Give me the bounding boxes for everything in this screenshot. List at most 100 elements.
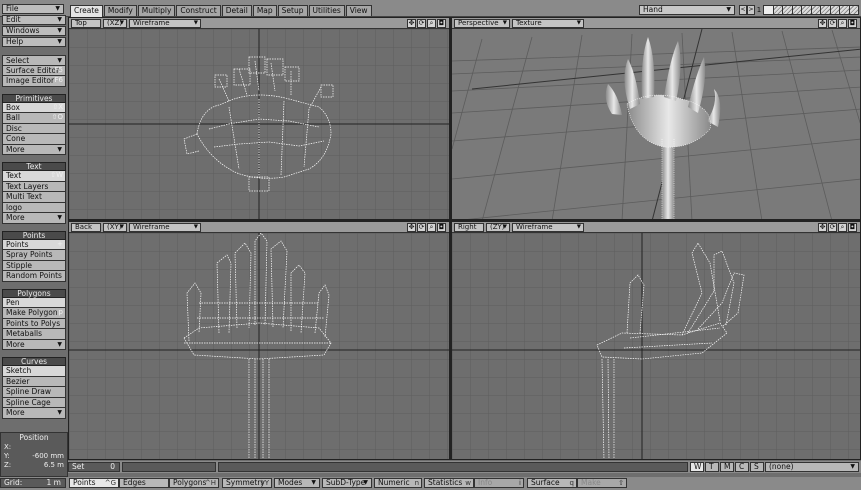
viewport-top[interactable]: Top (XZ) ▼ Wireframe ▼ ✥ ⟳ ⌕ ◘: [68, 17, 450, 220]
points-mode-button[interactable]: Points ^G: [69, 478, 119, 488]
zoom-icon[interactable]: ⌕: [427, 19, 436, 28]
edit-menu[interactable]: Edit ▼: [2, 15, 66, 25]
tab-detail[interactable]: Detail: [221, 5, 252, 16]
spline-draw-button[interactable]: Spline Draw: [2, 387, 66, 398]
stipple-button[interactable]: Stipple: [2, 260, 66, 271]
tab-view[interactable]: View: [345, 5, 372, 16]
object-selector[interactable]: Hand ▼: [639, 5, 735, 15]
logo-button[interactable]: logo: [2, 202, 66, 213]
layer-cell[interactable]: [821, 5, 831, 15]
layer-cell[interactable]: [840, 5, 850, 15]
layer-cell[interactable]: [773, 5, 783, 15]
maximize-icon[interactable]: ◘: [848, 223, 857, 232]
rotate-view-icon[interactable]: ⟳: [828, 19, 837, 28]
viewport-perspective[interactable]: Perspective ▼ Texture ▼ ✥ ⟳ ⌕ ◘: [451, 17, 861, 220]
info-button[interactable]: Info i: [474, 478, 524, 488]
zoom-icon[interactable]: ⌕: [427, 223, 436, 232]
disc-button[interactable]: Disc: [2, 123, 66, 134]
sketch-button[interactable]: Sketch: [2, 366, 66, 377]
text-layers-button[interactable]: Text Layers: [2, 181, 66, 192]
multi-text-button[interactable]: Multi Text: [2, 192, 66, 203]
tab-construct[interactable]: Construct: [176, 5, 221, 16]
spline-cage-button[interactable]: Spline Cage: [2, 397, 66, 408]
view-name-select[interactable]: Right: [454, 222, 484, 232]
help-menu[interactable]: Help ▼: [2, 37, 66, 47]
more-more-button[interactable]: More ▼: [2, 213, 66, 224]
viewport-right[interactable]: Right (ZY) ▼ Wireframe ▼ ✥ ⟳ ⌕ ◘: [451, 221, 861, 460]
tab-utilities[interactable]: Utilities: [308, 5, 345, 16]
tab-multiply[interactable]: Multiply: [137, 5, 176, 16]
make-polygon-button[interactable]: Make Polygon p: [2, 308, 66, 319]
surface-button[interactable]: Surface q: [527, 478, 577, 488]
layer-next-button[interactable]: >: [747, 5, 755, 15]
move-view-icon[interactable]: ✥: [407, 223, 416, 232]
zoom-icon[interactable]: ⌕: [838, 223, 847, 232]
view-axes-select[interactable]: (XY) ▼: [103, 222, 127, 232]
view-name-select[interactable]: Perspective ▼: [454, 18, 510, 28]
points-to-polys-button[interactable]: Points to Polys: [2, 318, 66, 329]
windows-menu[interactable]: Windows ▼: [2, 26, 66, 36]
move-view-icon[interactable]: ✥: [818, 223, 827, 232]
rotate-view-icon[interactable]: ⟳: [417, 223, 426, 232]
layer-cell[interactable]: [802, 5, 812, 15]
more-more-button[interactable]: More ▼: [2, 408, 66, 419]
layer-cell[interactable]: [792, 5, 802, 15]
box-button[interactable]: Box ⇧X: [2, 102, 66, 113]
view-axes-select[interactable]: (ZY) ▼: [486, 222, 510, 232]
more-more-button[interactable]: More ▼: [2, 144, 66, 155]
numeric-button[interactable]: Numeric n: [374, 478, 422, 488]
subd-type-select[interactable]: SubD-Type ▼: [322, 478, 372, 488]
polygons-mode-button[interactable]: Polygons ^H: [169, 478, 219, 488]
layer-cell[interactable]: [783, 5, 793, 15]
file-menu[interactable]: File ▼: [2, 4, 64, 14]
modes-select[interactable]: Modes ▼: [274, 478, 320, 488]
points-button[interactable]: Points +: [2, 239, 66, 250]
layer-cell[interactable]: [830, 5, 840, 15]
tab-setup[interactable]: Setup: [277, 5, 308, 16]
select-button[interactable]: Select ▼: [2, 55, 66, 66]
spray-points-button[interactable]: Spray Points: [2, 250, 66, 261]
more-more-button[interactable]: More ▼: [2, 339, 66, 350]
texture-map-t-button[interactable]: T: [705, 462, 719, 472]
symmetry-button[interactable]: Symmetry ⇧Y: [222, 478, 272, 488]
maximize-icon[interactable]: ◘: [848, 19, 857, 28]
image-editor-button[interactable]: Image Editor F6: [2, 76, 66, 87]
edges-mode-button[interactable]: Edges: [119, 478, 169, 488]
render-mode-select[interactable]: Texture ▼: [512, 18, 584, 28]
view-name-select[interactable]: Back: [71, 222, 101, 232]
morph-map-m-button[interactable]: M: [720, 462, 734, 472]
tab-map[interactable]: Map: [252, 5, 277, 16]
tab-create[interactable]: Create: [70, 5, 103, 17]
layer-prev-button[interactable]: <: [739, 5, 747, 15]
render-mode-select[interactable]: Wireframe ▼: [129, 18, 201, 28]
tab-modify[interactable]: Modify: [103, 5, 137, 16]
rotate-view-icon[interactable]: ⟳: [417, 19, 426, 28]
pen-button[interactable]: Pen: [2, 297, 66, 308]
cone-button[interactable]: Cone: [2, 134, 66, 145]
maximize-icon[interactable]: ◘: [437, 223, 446, 232]
surface-editor-button[interactable]: Surface Editor F5: [2, 65, 66, 76]
maximize-icon[interactable]: ◘: [437, 19, 446, 28]
move-view-icon[interactable]: ✥: [818, 19, 827, 28]
random-points-button[interactable]: Random Points: [2, 271, 66, 282]
metaballs-button[interactable]: Metaballs: [2, 329, 66, 340]
layer-cell[interactable]: [811, 5, 821, 15]
make-button[interactable]: Make ⇧: [577, 478, 627, 488]
render-mode-select[interactable]: Wireframe ▼: [512, 222, 584, 232]
move-view-icon[interactable]: ✥: [407, 19, 416, 28]
ball-button[interactable]: Ball ⇧O: [2, 113, 66, 124]
render-mode-select[interactable]: Wireframe ▼: [129, 222, 201, 232]
rotate-view-icon[interactable]: ⟳: [828, 223, 837, 232]
color-map-c-button[interactable]: C: [735, 462, 749, 472]
layer-cell[interactable]: [763, 5, 774, 15]
statistics-button[interactable]: Statistics w: [424, 478, 474, 488]
bezier-button[interactable]: Bezier: [2, 376, 66, 387]
view-name-select[interactable]: Top: [71, 18, 101, 28]
layer-cell[interactable]: [849, 5, 859, 15]
selection-map-s-button[interactable]: S: [750, 462, 764, 472]
view-axes-select[interactable]: (XZ) ▼: [103, 18, 127, 28]
weight-map-w-button[interactable]: W: [690, 462, 704, 472]
zoom-icon[interactable]: ⌕: [838, 19, 847, 28]
text-button[interactable]: Text ⇧W: [2, 171, 66, 182]
viewport-back[interactable]: Back (XY) ▼ Wireframe ▼ ✥ ⟳ ⌕ ◘: [68, 221, 450, 460]
